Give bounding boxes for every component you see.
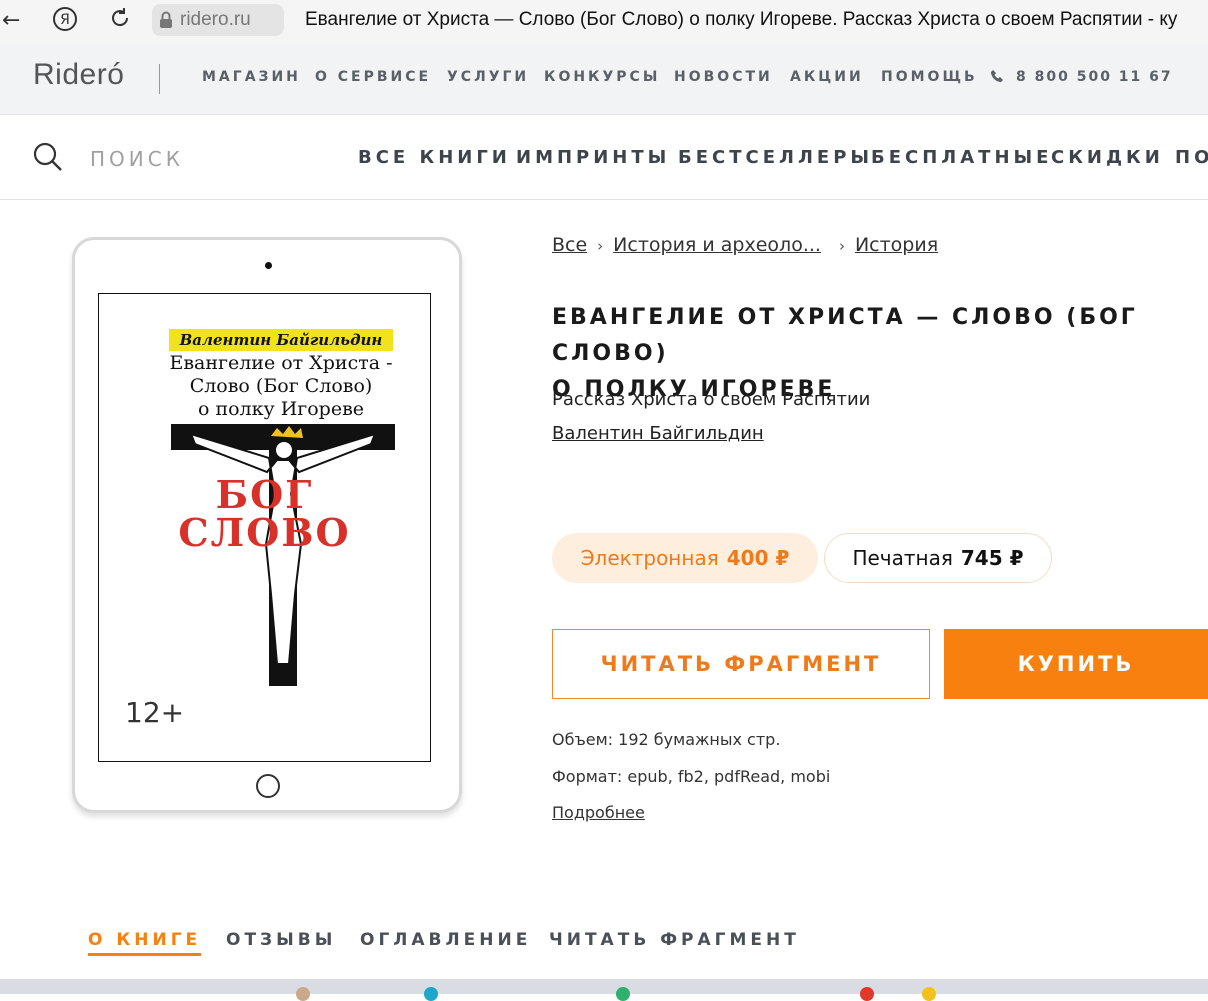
site-header: Rideró МАГАЗИН О СЕРВИСЕ УСЛУГИ КОНКУРСЫ… bbox=[0, 42, 1208, 115]
tablet-home-button bbox=[256, 774, 280, 798]
nav-free[interactable]: БЕСПЛАТНЫЕ bbox=[871, 147, 1052, 168]
cover-title-line: Слово (Бог Слово) bbox=[189, 375, 373, 397]
tab-read-fragment[interactable]: ЧИТАТЬ ФРАГМЕНТ bbox=[549, 930, 800, 950]
book-volume: Объем: 192 бумажных стр. bbox=[552, 730, 781, 749]
category-nav: ВСЕ КНИГИ ИМПРИНТЫ БЕСТСЕЛЛЕРЫ БЕСПЛАТНЫ… bbox=[0, 115, 1208, 200]
menu-promos[interactable]: АКЦИИ bbox=[790, 69, 864, 85]
format-print-label: Печатная bbox=[852, 546, 953, 570]
cover-title: Евангелие от Христа - Слово (Бог Слово) … bbox=[159, 352, 403, 421]
yandex-icon[interactable]: Я bbox=[52, 6, 78, 38]
cover-title-line: Евангелие от Христа - bbox=[169, 352, 393, 374]
chevron-right-icon: › bbox=[597, 237, 604, 255]
crucifix-illustration bbox=[171, 424, 395, 686]
chevron-right-icon: › bbox=[838, 237, 845, 255]
back-arrow-icon[interactable]: ← bbox=[2, 8, 20, 33]
author-link[interactable]: Валентин Байгильдин bbox=[552, 423, 764, 444]
format-ebook-option[interactable]: Электронная 400 ₽ bbox=[552, 533, 818, 583]
os-taskbar bbox=[0, 979, 1208, 1001]
avatar[interactable] bbox=[296, 987, 310, 1001]
book-subtitle: Рассказ Христа о своем Распятии bbox=[552, 389, 871, 410]
ridero-logo[interactable]: Rideró bbox=[33, 58, 124, 92]
reload-icon[interactable] bbox=[108, 6, 132, 36]
nav-more[interactable]: ПО bbox=[1175, 147, 1208, 168]
app-icon[interactable] bbox=[616, 987, 630, 1001]
menu-help[interactable]: ПОМОЩЬ bbox=[881, 69, 978, 85]
logo-divider bbox=[159, 64, 160, 94]
svg-text:Я: Я bbox=[60, 12, 70, 28]
format-print-price: 745 ₽ bbox=[960, 546, 1024, 570]
page-tab-title: Евангелие от Христа — Слово (Бог Слово) … bbox=[305, 9, 1178, 30]
cover-title-line: о полку Игореве bbox=[197, 398, 365, 420]
book-title-line: ЕВАНГЕЛИЕ ОТ ХРИСТА — СЛОВО (БОГ СЛОВО) bbox=[552, 305, 1138, 366]
buy-button[interactable]: КУПИТЬ bbox=[944, 629, 1208, 699]
nav-imprints[interactable]: ИМПРИНТЫ bbox=[516, 147, 670, 168]
format-print-option[interactable]: Печатная 745 ₽ bbox=[824, 533, 1052, 583]
read-fragment-button[interactable]: ЧИТАТЬ ФРАГМЕНТ bbox=[552, 629, 930, 699]
age-rating-badge: 12+ bbox=[125, 696, 185, 729]
tab-contents[interactable]: ОГЛАВЛЕНИЕ bbox=[360, 930, 531, 950]
tab-about-book[interactable]: О КНИГЕ bbox=[88, 930, 202, 956]
book-cover-tablet[interactable]: Валентин Байгильдин Евангелие от Христа … bbox=[72, 237, 462, 813]
search-icon[interactable] bbox=[32, 141, 64, 177]
lock-icon bbox=[152, 11, 180, 29]
format-ebook-label: Электронная bbox=[580, 546, 719, 570]
nav-all-books[interactable]: ВСЕ КНИГИ bbox=[358, 147, 511, 168]
menu-news[interactable]: НОВОСТИ bbox=[674, 69, 773, 85]
book-format: Формат: epub, fb2, pdfRead, mobi bbox=[552, 767, 831, 786]
menu-services[interactable]: УСЛУГИ bbox=[447, 69, 529, 85]
menu-contests[interactable]: КОНКУРСЫ bbox=[544, 69, 660, 85]
app-icon[interactable] bbox=[860, 987, 874, 1001]
phone-number[interactable]: 8 800 500 11 67 bbox=[1016, 69, 1173, 85]
nav-discounts[interactable]: СКИДКИ bbox=[1051, 147, 1164, 168]
breadcrumb-history-archaeology[interactable]: История и археоло... bbox=[613, 234, 821, 256]
book-cover[interactable]: Валентин Байгильдин Евангелие от Христа … bbox=[98, 293, 431, 762]
browser-toolbar: ← Я ridero.ru Евангелие от Христа — Слов… bbox=[0, 0, 1208, 42]
cover-author: Валентин Байгильдин bbox=[169, 329, 393, 351]
more-details-link[interactable]: Подробнее bbox=[552, 803, 645, 822]
address-bar[interactable]: ridero.ru bbox=[152, 4, 284, 36]
menu-about[interactable]: О СЕРВИСЕ bbox=[315, 69, 431, 85]
breadcrumb: Все › История и археоло... › История bbox=[552, 234, 938, 256]
cover-word-2: СЛОВО bbox=[178, 510, 351, 555]
url-text: ridero.ru bbox=[180, 9, 251, 30]
app-icon[interactable] bbox=[922, 987, 936, 1001]
nav-bestsellers[interactable]: БЕСТСЕЛЛЕРЫ bbox=[678, 147, 873, 168]
phone-icon bbox=[990, 69, 1004, 87]
app-icon[interactable] bbox=[424, 987, 438, 1001]
tablet-camera bbox=[265, 262, 272, 269]
breadcrumb-all[interactable]: Все bbox=[552, 234, 587, 256]
breadcrumb-history[interactable]: История bbox=[855, 234, 938, 256]
menu-shop[interactable]: МАГАЗИН bbox=[202, 69, 301, 85]
format-ebook-price: 400 ₽ bbox=[726, 546, 790, 570]
tab-reviews[interactable]: ОТЗЫВЫ bbox=[226, 930, 336, 950]
search-input[interactable] bbox=[88, 143, 292, 175]
